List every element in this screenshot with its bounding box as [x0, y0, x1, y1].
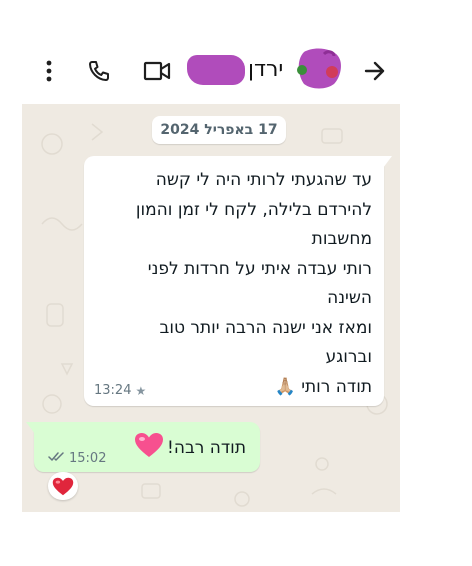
message-line: עד שהגעתי לרותי היה לי קשה	[155, 170, 372, 190]
message-text: עד שהגעתי לרותי היה לי קשה להירדם בלילה,…	[92, 166, 372, 402]
contact-name[interactable]: ירדן	[248, 57, 283, 82]
message-line: להירדם בלילה, לקח לי זמן והמון	[135, 199, 372, 220]
kebab-menu-icon[interactable]	[34, 56, 64, 86]
video-camera-icon[interactable]	[142, 56, 172, 86]
incoming-meta: 13:24 ★	[94, 383, 146, 398]
outgoing-bubble-tail	[26, 422, 35, 434]
outgoing-text-label: תודה רבה!	[167, 437, 246, 458]
phone-icon[interactable]	[84, 56, 114, 86]
outgoing-meta: 15:02	[48, 451, 106, 466]
message-line: השינה	[327, 288, 372, 308]
heart-emoji-icon	[134, 432, 164, 463]
message-line: רותי עבדה איתי על חרדות לפני	[147, 258, 372, 279]
message-time: 15:02	[69, 451, 107, 466]
arrow-right-icon[interactable]	[360, 56, 390, 86]
heart-reaction-icon[interactable]	[48, 472, 78, 500]
outgoing-message[interactable]: תודה רבה! 15:02	[26, 422, 260, 472]
message-line: וברוגע	[325, 347, 372, 367]
message-line: מחשבות	[311, 229, 372, 249]
star-icon: ★	[135, 383, 147, 398]
incoming-bubble-tail	[383, 156, 392, 168]
redacted-name-overlay	[187, 55, 245, 85]
chat-header: ירדן	[22, 38, 400, 104]
incoming-message[interactable]: עד שהגעתי לרותי היה לי קשה להירדם בלילה,…	[84, 156, 392, 406]
date-separator: 17 באפריל 2024	[152, 116, 286, 144]
message-time: 13:24	[94, 383, 132, 398]
chat-area[interactable]: 17 באפריל 2024 עד שהגעתי לרותי היה לי קש…	[22, 104, 400, 512]
double-check-icon	[48, 451, 66, 466]
avatar[interactable]	[294, 46, 344, 90]
outgoing-text: תודה רבה!	[134, 432, 246, 463]
message-line: ומאז אני ישנה הרבה יותר טוב	[159, 317, 373, 338]
